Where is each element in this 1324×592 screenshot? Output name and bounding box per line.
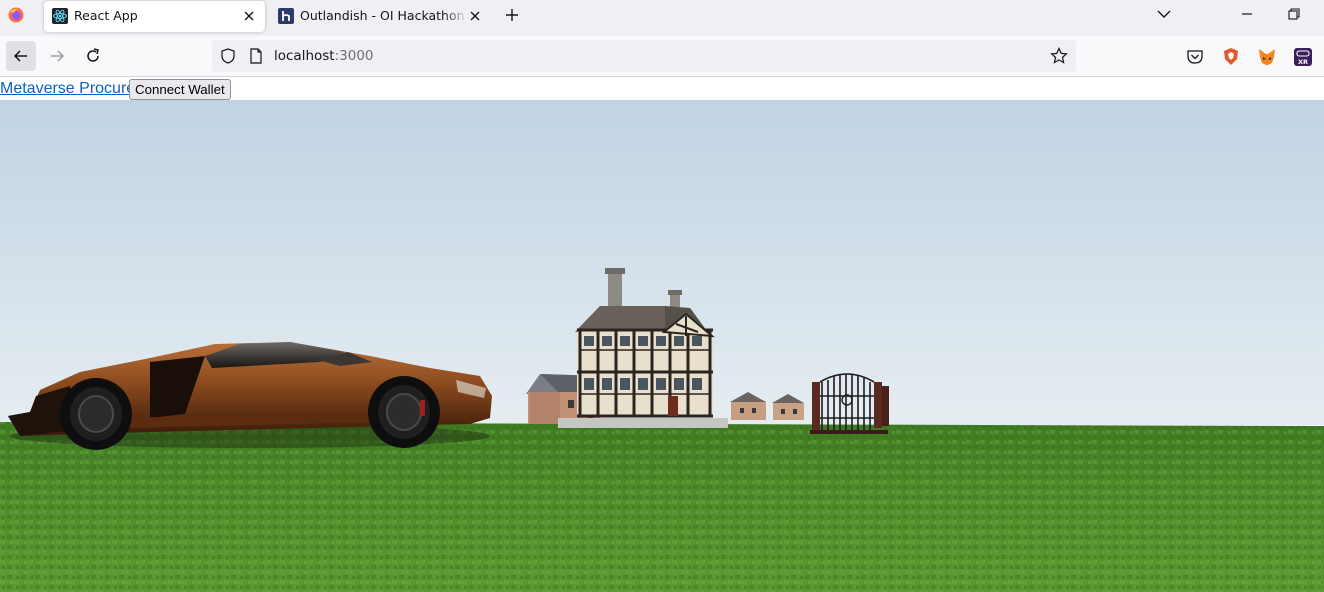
address-bar[interactable]: localhost:3000 bbox=[212, 40, 1076, 72]
reload-icon bbox=[87, 48, 99, 62]
connect-wallet-button[interactable]: Connect Wallet bbox=[129, 79, 231, 100]
pocket-icon[interactable] bbox=[1185, 47, 1205, 67]
navigation-bar: localhost:3000 XR bbox=[0, 36, 1324, 77]
new-tab-icon[interactable] bbox=[502, 5, 522, 25]
url-host: localhost bbox=[274, 48, 335, 64]
outlandish-h-icon bbox=[278, 8, 294, 24]
url-text[interactable]: localhost:3000 bbox=[274, 48, 374, 64]
tracking-protection-icon[interactable] bbox=[220, 48, 236, 64]
tab-title: React App bbox=[74, 8, 138, 23]
bookmark-star-icon[interactable] bbox=[1050, 47, 1068, 65]
arrow-right-icon bbox=[51, 50, 65, 62]
tab-outlandish[interactable]: Outlandish - OI Hackathon 2022 bbox=[270, 1, 488, 32]
back-button[interactable] bbox=[6, 41, 36, 71]
app-title-link[interactable]: Metaverse Procure bbox=[0, 80, 135, 98]
restore-window-icon[interactable] bbox=[1285, 5, 1303, 23]
close-tab-icon[interactable] bbox=[240, 7, 258, 25]
react-icon bbox=[52, 8, 68, 24]
firefox-icon[interactable] bbox=[8, 7, 24, 23]
page-header: Metaverse Procure Connect Wallet bbox=[0, 78, 1324, 100]
svg-text:XR: XR bbox=[1298, 58, 1308, 66]
brave-shield-icon[interactable] bbox=[1221, 47, 1241, 67]
3d-scene-canvas[interactable] bbox=[0, 100, 1324, 592]
xr-icon[interactable]: XR bbox=[1293, 47, 1313, 67]
metamask-fox-icon[interactable] bbox=[1257, 47, 1277, 67]
tab-strip: React App Outlandish - OI Hackathon 2022 bbox=[0, 0, 1324, 36]
tab-title: Outlandish - OI Hackathon 2022 bbox=[300, 8, 468, 23]
tab-react-app[interactable]: React App bbox=[44, 1, 265, 32]
minimize-icon[interactable] bbox=[1238, 5, 1256, 23]
page-icon[interactable] bbox=[248, 48, 264, 64]
arrow-left-icon bbox=[13, 50, 27, 62]
chevron-down-icon[interactable] bbox=[1155, 5, 1173, 23]
forward-button[interactable] bbox=[42, 41, 72, 71]
url-port: :3000 bbox=[334, 48, 374, 64]
close-tab-icon[interactable] bbox=[466, 7, 484, 25]
car-rear-wheel bbox=[60, 378, 132, 450]
car-front-wheel bbox=[368, 376, 440, 448]
reload-button[interactable] bbox=[78, 41, 108, 71]
